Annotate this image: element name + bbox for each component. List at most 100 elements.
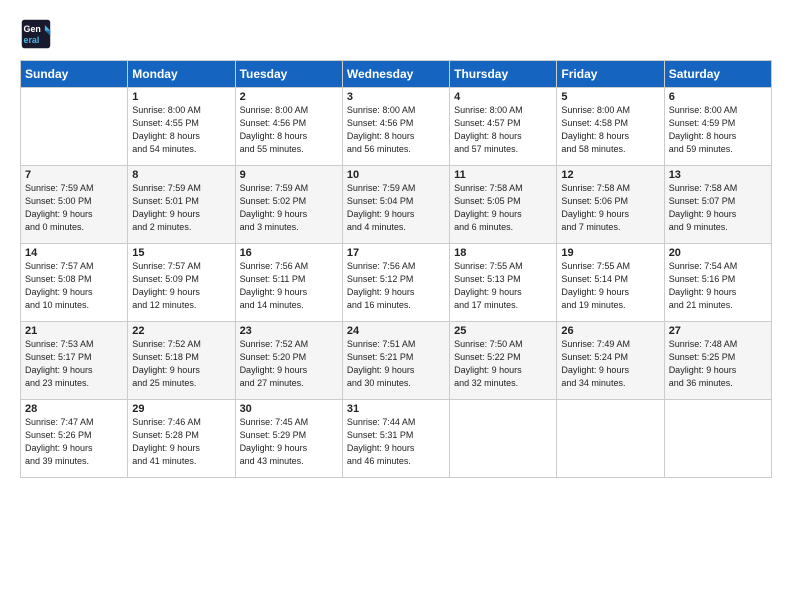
calendar-cell: 5Sunrise: 8:00 AM Sunset: 4:58 PM Daylig… bbox=[557, 88, 664, 166]
calendar-cell: 9Sunrise: 7:59 AM Sunset: 5:02 PM Daylig… bbox=[235, 166, 342, 244]
calendar-cell: 18Sunrise: 7:55 AM Sunset: 5:13 PM Dayli… bbox=[450, 244, 557, 322]
day-number: 25 bbox=[454, 325, 552, 337]
day-info: Sunrise: 7:54 AM Sunset: 5:16 PM Dayligh… bbox=[669, 260, 767, 312]
day-number: 16 bbox=[240, 247, 338, 259]
calendar-cell: 2Sunrise: 8:00 AM Sunset: 4:56 PM Daylig… bbox=[235, 88, 342, 166]
day-number: 12 bbox=[561, 169, 659, 181]
calendar-cell: 8Sunrise: 7:59 AM Sunset: 5:01 PM Daylig… bbox=[128, 166, 235, 244]
calendar-cell: 13Sunrise: 7:58 AM Sunset: 5:07 PM Dayli… bbox=[664, 166, 771, 244]
day-info: Sunrise: 7:55 AM Sunset: 5:14 PM Dayligh… bbox=[561, 260, 659, 312]
col-header-friday: Friday bbox=[557, 61, 664, 88]
day-number: 8 bbox=[132, 169, 230, 181]
col-header-sunday: Sunday bbox=[21, 61, 128, 88]
calendar-cell: 16Sunrise: 7:56 AM Sunset: 5:11 PM Dayli… bbox=[235, 244, 342, 322]
day-number: 6 bbox=[669, 91, 767, 103]
day-number: 2 bbox=[240, 91, 338, 103]
day-number: 11 bbox=[454, 169, 552, 181]
day-number: 22 bbox=[132, 325, 230, 337]
day-info: Sunrise: 7:45 AM Sunset: 5:29 PM Dayligh… bbox=[240, 416, 338, 468]
day-info: Sunrise: 7:49 AM Sunset: 5:24 PM Dayligh… bbox=[561, 338, 659, 390]
calendar-cell: 27Sunrise: 7:48 AM Sunset: 5:25 PM Dayli… bbox=[664, 322, 771, 400]
day-number: 4 bbox=[454, 91, 552, 103]
day-number: 14 bbox=[25, 247, 123, 259]
col-header-tuesday: Tuesday bbox=[235, 61, 342, 88]
calendar-cell bbox=[557, 400, 664, 478]
day-info: Sunrise: 7:59 AM Sunset: 5:04 PM Dayligh… bbox=[347, 182, 445, 234]
day-info: Sunrise: 8:00 AM Sunset: 4:58 PM Dayligh… bbox=[561, 104, 659, 156]
day-info: Sunrise: 8:00 AM Sunset: 4:56 PM Dayligh… bbox=[240, 104, 338, 156]
calendar-cell: 21Sunrise: 7:53 AM Sunset: 5:17 PM Dayli… bbox=[21, 322, 128, 400]
day-info: Sunrise: 7:58 AM Sunset: 5:05 PM Dayligh… bbox=[454, 182, 552, 234]
day-info: Sunrise: 7:55 AM Sunset: 5:13 PM Dayligh… bbox=[454, 260, 552, 312]
day-number: 19 bbox=[561, 247, 659, 259]
week-row-4: 21Sunrise: 7:53 AM Sunset: 5:17 PM Dayli… bbox=[21, 322, 772, 400]
day-number: 30 bbox=[240, 403, 338, 415]
day-info: Sunrise: 8:00 AM Sunset: 4:59 PM Dayligh… bbox=[669, 104, 767, 156]
col-header-monday: Monday bbox=[128, 61, 235, 88]
day-number: 27 bbox=[669, 325, 767, 337]
day-info: Sunrise: 7:52 AM Sunset: 5:20 PM Dayligh… bbox=[240, 338, 338, 390]
calendar-cell: 24Sunrise: 7:51 AM Sunset: 5:21 PM Dayli… bbox=[342, 322, 449, 400]
day-info: Sunrise: 7:59 AM Sunset: 5:00 PM Dayligh… bbox=[25, 182, 123, 234]
calendar-cell: 19Sunrise: 7:55 AM Sunset: 5:14 PM Dayli… bbox=[557, 244, 664, 322]
calendar-table: SundayMondayTuesdayWednesdayThursdayFrid… bbox=[20, 60, 772, 478]
day-info: Sunrise: 7:56 AM Sunset: 5:11 PM Dayligh… bbox=[240, 260, 338, 312]
day-number: 17 bbox=[347, 247, 445, 259]
day-number: 13 bbox=[669, 169, 767, 181]
day-info: Sunrise: 7:46 AM Sunset: 5:28 PM Dayligh… bbox=[132, 416, 230, 468]
svg-text:eral: eral bbox=[24, 35, 40, 45]
day-info: Sunrise: 7:53 AM Sunset: 5:17 PM Dayligh… bbox=[25, 338, 123, 390]
svg-text:Gen: Gen bbox=[24, 24, 41, 34]
calendar-cell: 23Sunrise: 7:52 AM Sunset: 5:20 PM Dayli… bbox=[235, 322, 342, 400]
day-number: 31 bbox=[347, 403, 445, 415]
logo-icon: Gen eral bbox=[20, 18, 52, 50]
day-info: Sunrise: 7:58 AM Sunset: 5:07 PM Dayligh… bbox=[669, 182, 767, 234]
day-info: Sunrise: 7:56 AM Sunset: 5:12 PM Dayligh… bbox=[347, 260, 445, 312]
day-info: Sunrise: 7:48 AM Sunset: 5:25 PM Dayligh… bbox=[669, 338, 767, 390]
calendar-cell: 29Sunrise: 7:46 AM Sunset: 5:28 PM Dayli… bbox=[128, 400, 235, 478]
day-number: 24 bbox=[347, 325, 445, 337]
day-info: Sunrise: 7:47 AM Sunset: 5:26 PM Dayligh… bbox=[25, 416, 123, 468]
calendar-cell: 31Sunrise: 7:44 AM Sunset: 5:31 PM Dayli… bbox=[342, 400, 449, 478]
day-info: Sunrise: 7:50 AM Sunset: 5:22 PM Dayligh… bbox=[454, 338, 552, 390]
day-info: Sunrise: 7:44 AM Sunset: 5:31 PM Dayligh… bbox=[347, 416, 445, 468]
week-row-5: 28Sunrise: 7:47 AM Sunset: 5:26 PM Dayli… bbox=[21, 400, 772, 478]
calendar-cell: 26Sunrise: 7:49 AM Sunset: 5:24 PM Dayli… bbox=[557, 322, 664, 400]
calendar-cell: 6Sunrise: 8:00 AM Sunset: 4:59 PM Daylig… bbox=[664, 88, 771, 166]
calendar-cell: 11Sunrise: 7:58 AM Sunset: 5:05 PM Dayli… bbox=[450, 166, 557, 244]
calendar-cell: 25Sunrise: 7:50 AM Sunset: 5:22 PM Dayli… bbox=[450, 322, 557, 400]
calendar-cell: 20Sunrise: 7:54 AM Sunset: 5:16 PM Dayli… bbox=[664, 244, 771, 322]
week-row-1: 1Sunrise: 8:00 AM Sunset: 4:55 PM Daylig… bbox=[21, 88, 772, 166]
logo: Gen eral bbox=[20, 18, 56, 50]
day-number: 1 bbox=[132, 91, 230, 103]
day-number: 5 bbox=[561, 91, 659, 103]
day-info: Sunrise: 7:59 AM Sunset: 5:01 PM Dayligh… bbox=[132, 182, 230, 234]
calendar-cell: 30Sunrise: 7:45 AM Sunset: 5:29 PM Dayli… bbox=[235, 400, 342, 478]
day-number: 26 bbox=[561, 325, 659, 337]
day-info: Sunrise: 7:59 AM Sunset: 5:02 PM Dayligh… bbox=[240, 182, 338, 234]
calendar-cell: 22Sunrise: 7:52 AM Sunset: 5:18 PM Dayli… bbox=[128, 322, 235, 400]
day-number: 10 bbox=[347, 169, 445, 181]
day-info: Sunrise: 7:52 AM Sunset: 5:18 PM Dayligh… bbox=[132, 338, 230, 390]
day-number: 18 bbox=[454, 247, 552, 259]
day-info: Sunrise: 8:00 AM Sunset: 4:57 PM Dayligh… bbox=[454, 104, 552, 156]
day-number: 15 bbox=[132, 247, 230, 259]
calendar-cell: 3Sunrise: 8:00 AM Sunset: 4:56 PM Daylig… bbox=[342, 88, 449, 166]
col-header-saturday: Saturday bbox=[664, 61, 771, 88]
day-number: 23 bbox=[240, 325, 338, 337]
col-header-thursday: Thursday bbox=[450, 61, 557, 88]
calendar-cell: 17Sunrise: 7:56 AM Sunset: 5:12 PM Dayli… bbox=[342, 244, 449, 322]
day-number: 3 bbox=[347, 91, 445, 103]
day-info: Sunrise: 7:57 AM Sunset: 5:09 PM Dayligh… bbox=[132, 260, 230, 312]
col-header-wednesday: Wednesday bbox=[342, 61, 449, 88]
day-number: 29 bbox=[132, 403, 230, 415]
week-row-2: 7Sunrise: 7:59 AM Sunset: 5:00 PM Daylig… bbox=[21, 166, 772, 244]
day-info: Sunrise: 8:00 AM Sunset: 4:56 PM Dayligh… bbox=[347, 104, 445, 156]
day-number: 28 bbox=[25, 403, 123, 415]
day-info: Sunrise: 8:00 AM Sunset: 4:55 PM Dayligh… bbox=[132, 104, 230, 156]
day-number: 20 bbox=[669, 247, 767, 259]
calendar-cell: 7Sunrise: 7:59 AM Sunset: 5:00 PM Daylig… bbox=[21, 166, 128, 244]
day-info: Sunrise: 7:51 AM Sunset: 5:21 PM Dayligh… bbox=[347, 338, 445, 390]
calendar-cell: 28Sunrise: 7:47 AM Sunset: 5:26 PM Dayli… bbox=[21, 400, 128, 478]
day-number: 21 bbox=[25, 325, 123, 337]
